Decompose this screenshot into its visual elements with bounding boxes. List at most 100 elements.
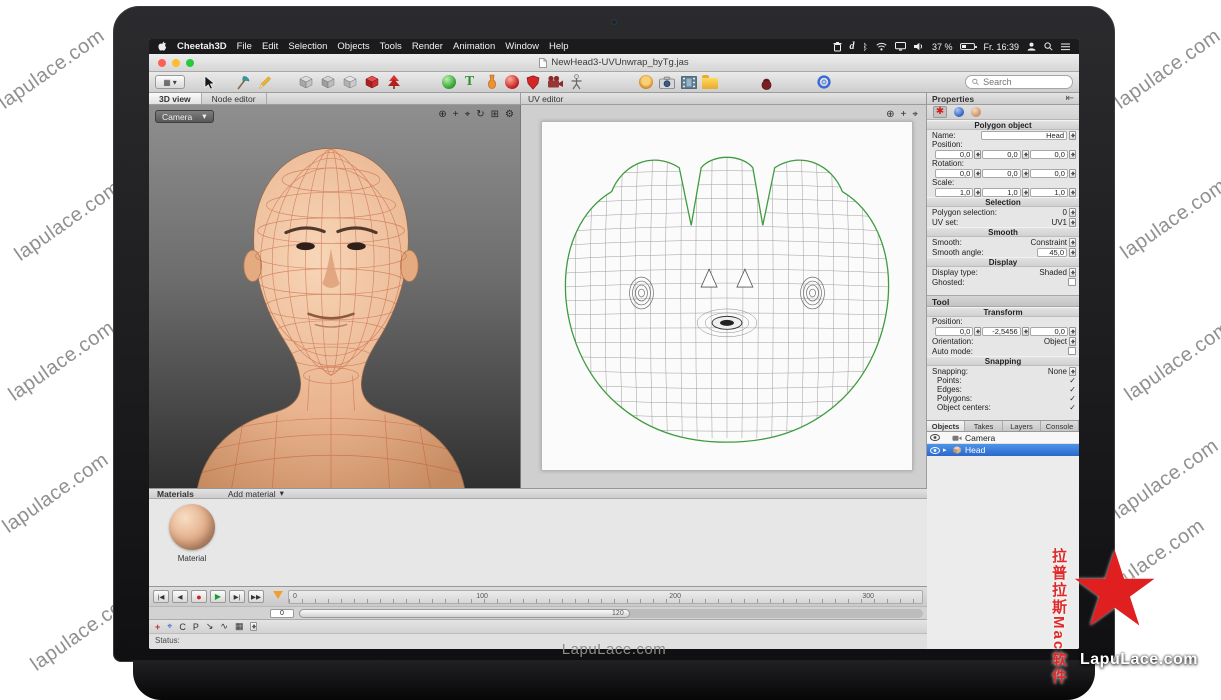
minimize-button[interactable] xyxy=(172,59,180,67)
stepper[interactable] xyxy=(1022,169,1029,178)
arrow-tool-icon[interactable]: ↘ xyxy=(206,621,214,632)
graph-tool-icon[interactable]: ▦ xyxy=(235,621,244,632)
red-sphere-icon[interactable] xyxy=(505,75,519,89)
scale-y-field[interactable]: 1,0 xyxy=(982,188,1020,197)
timeline-ruler[interactable]: 0 100 200 300 xyxy=(288,590,923,604)
add-keyframe-icon[interactable]: + xyxy=(155,622,160,632)
material-properties-tab[interactable]: ✱ xyxy=(933,106,947,118)
menu-file[interactable]: File xyxy=(237,41,252,52)
stepper[interactable] xyxy=(1069,131,1076,140)
stepper[interactable] xyxy=(974,327,981,336)
menu-app-name[interactable]: Cheetah3D xyxy=(177,41,227,52)
menu-animation[interactable]: Animation xyxy=(453,41,495,52)
move-tool-icon[interactable]: ⌖ xyxy=(167,621,172,632)
curve-tool-icon[interactable]: ∿ xyxy=(220,621,228,632)
stepper[interactable] xyxy=(1069,268,1076,277)
position-x-field[interactable]: 0,0 xyxy=(935,150,973,159)
tool-position-x-field[interactable]: 0,0 xyxy=(935,327,973,336)
array-tree-icon[interactable] xyxy=(385,74,402,91)
orientation-value[interactable]: Object xyxy=(1044,337,1067,346)
play-button[interactable]: ▶ xyxy=(210,590,226,603)
stepper[interactable] xyxy=(1069,169,1076,178)
points-checkmark[interactable]: ✓ xyxy=(1069,376,1076,385)
object-properties-tab[interactable] xyxy=(954,107,964,117)
auto-mode-checkbox[interactable] xyxy=(1068,347,1076,355)
pan-tool-icon[interactable]: + xyxy=(453,109,459,120)
view-settings-icon[interactable]: ⚙ xyxy=(505,109,514,120)
timeline-scrollbar[interactable]: 120 xyxy=(299,609,923,618)
user-icon[interactable] xyxy=(1027,42,1036,51)
scale-x-field[interactable]: 1,0 xyxy=(935,188,973,197)
film-strip-icon[interactable] xyxy=(680,74,697,91)
uv-zoom-icon[interactable]: ⌖ xyxy=(912,109,918,120)
shading-properties-tab[interactable] xyxy=(971,107,981,117)
step-forward-button[interactable]: ▶| xyxy=(229,590,245,603)
record-button[interactable]: ● xyxy=(191,590,207,603)
object-label-head[interactable]: Head xyxy=(965,445,985,455)
polygon-cube-icon[interactable] xyxy=(297,74,314,91)
viewport-layout-button[interactable]: ▦ ▾ xyxy=(155,75,185,89)
tab-node-editor[interactable]: Node editor xyxy=(202,93,267,104)
material-preview-sphere[interactable] xyxy=(169,504,215,550)
menu-tools[interactable]: Tools xyxy=(380,41,402,52)
edges-checkmark[interactable]: ✓ xyxy=(1069,385,1076,394)
toolbar-search[interactable] xyxy=(965,75,1073,89)
camera-view-dropdown[interactable]: Camera ▾ xyxy=(155,110,214,123)
rotate-view-icon[interactable]: ↻ xyxy=(476,109,484,120)
close-button[interactable] xyxy=(158,59,166,67)
scale-z-field[interactable]: 1,0 xyxy=(1030,188,1068,197)
tab-layers[interactable]: Layers xyxy=(1003,421,1041,431)
apple-menu-icon[interactable] xyxy=(158,41,167,52)
zoom-button[interactable] xyxy=(186,59,194,67)
stepper[interactable] xyxy=(1022,150,1029,159)
folder-icon[interactable] xyxy=(702,78,718,89)
window-titlebar[interactable]: NewHead3-UVUnwrap_byTg.jas xyxy=(149,54,1079,72)
position-z-field[interactable]: 0,0 xyxy=(1030,150,1068,159)
notification-center-icon[interactable] xyxy=(1061,43,1070,51)
orbit-tool-icon[interactable]: ⊕ xyxy=(438,109,446,120)
lion-render-icon[interactable] xyxy=(639,75,653,89)
stepper[interactable] xyxy=(1069,337,1076,346)
object-centers-checkmark[interactable]: ✓ xyxy=(1069,403,1076,412)
add-material-dropdown[interactable]: Add material ▾ xyxy=(228,488,284,499)
disclosure-triangle[interactable]: ▸ xyxy=(943,446,949,454)
skeleton-figure-icon[interactable] xyxy=(568,74,585,91)
eye-icon[interactable] xyxy=(930,447,940,454)
stepper[interactable] xyxy=(1022,188,1029,197)
record-position-icon[interactable]: C xyxy=(179,622,186,632)
uv-editor-panel[interactable]: ⊕ + ⌖ xyxy=(521,105,927,488)
go-to-start-button[interactable]: |◀ xyxy=(153,590,169,603)
polygons-checkmark[interactable]: ✓ xyxy=(1069,394,1076,403)
stepper[interactable] xyxy=(1069,150,1076,159)
tab-objects[interactable]: Objects xyxy=(927,421,965,431)
axe-tool-icon[interactable] xyxy=(234,74,251,91)
tool-position-z-field[interactable]: 0,0 xyxy=(1030,327,1068,336)
volume-icon[interactable] xyxy=(914,42,924,51)
back-arrow-icon[interactable]: ⇤ xyxy=(1066,93,1074,104)
zoom-tool-icon[interactable]: ⌖ xyxy=(465,109,471,120)
record-parameter-icon[interactable]: P xyxy=(193,622,199,632)
current-frame-field[interactable]: 0 xyxy=(270,609,294,618)
3d-head-model[interactable] xyxy=(161,119,501,488)
red-polyhedron-icon[interactable] xyxy=(363,74,380,91)
rotation-x-field[interactable]: 0,0 xyxy=(935,169,973,178)
stepper[interactable] xyxy=(974,169,981,178)
rotation-z-field[interactable]: 0,0 xyxy=(1030,169,1068,178)
stepper[interactable] xyxy=(1022,327,1029,336)
sphere-primitive-icon[interactable] xyxy=(442,75,456,89)
uv-set-value[interactable]: UV1 xyxy=(1051,218,1067,227)
bluetooth-icon[interactable]: ᛒ xyxy=(863,42,868,52)
pencil-tool-icon[interactable] xyxy=(256,74,273,91)
camera-icon[interactable] xyxy=(658,74,675,91)
position-y-field[interactable]: 0,0 xyxy=(982,150,1020,159)
display-mirroring-icon[interactable] xyxy=(895,42,906,51)
3d-viewport[interactable]: Camera ▾ ⊕ + ⌖ ↻ ⊞ ⚙ xyxy=(149,105,521,488)
uv-orbit-icon[interactable]: ⊕ xyxy=(886,109,894,120)
eye-icon[interactable] xyxy=(930,434,940,441)
polygon-cube-icon[interactable] xyxy=(319,74,336,91)
object-row-camera[interactable]: Camera xyxy=(927,432,1079,444)
stepper[interactable] xyxy=(1069,218,1076,227)
menubar-clock[interactable]: Fr. 16:39 xyxy=(983,42,1019,52)
polygon-cube-icon[interactable] xyxy=(341,74,358,91)
spotlight-search-icon[interactable] xyxy=(1044,42,1053,51)
